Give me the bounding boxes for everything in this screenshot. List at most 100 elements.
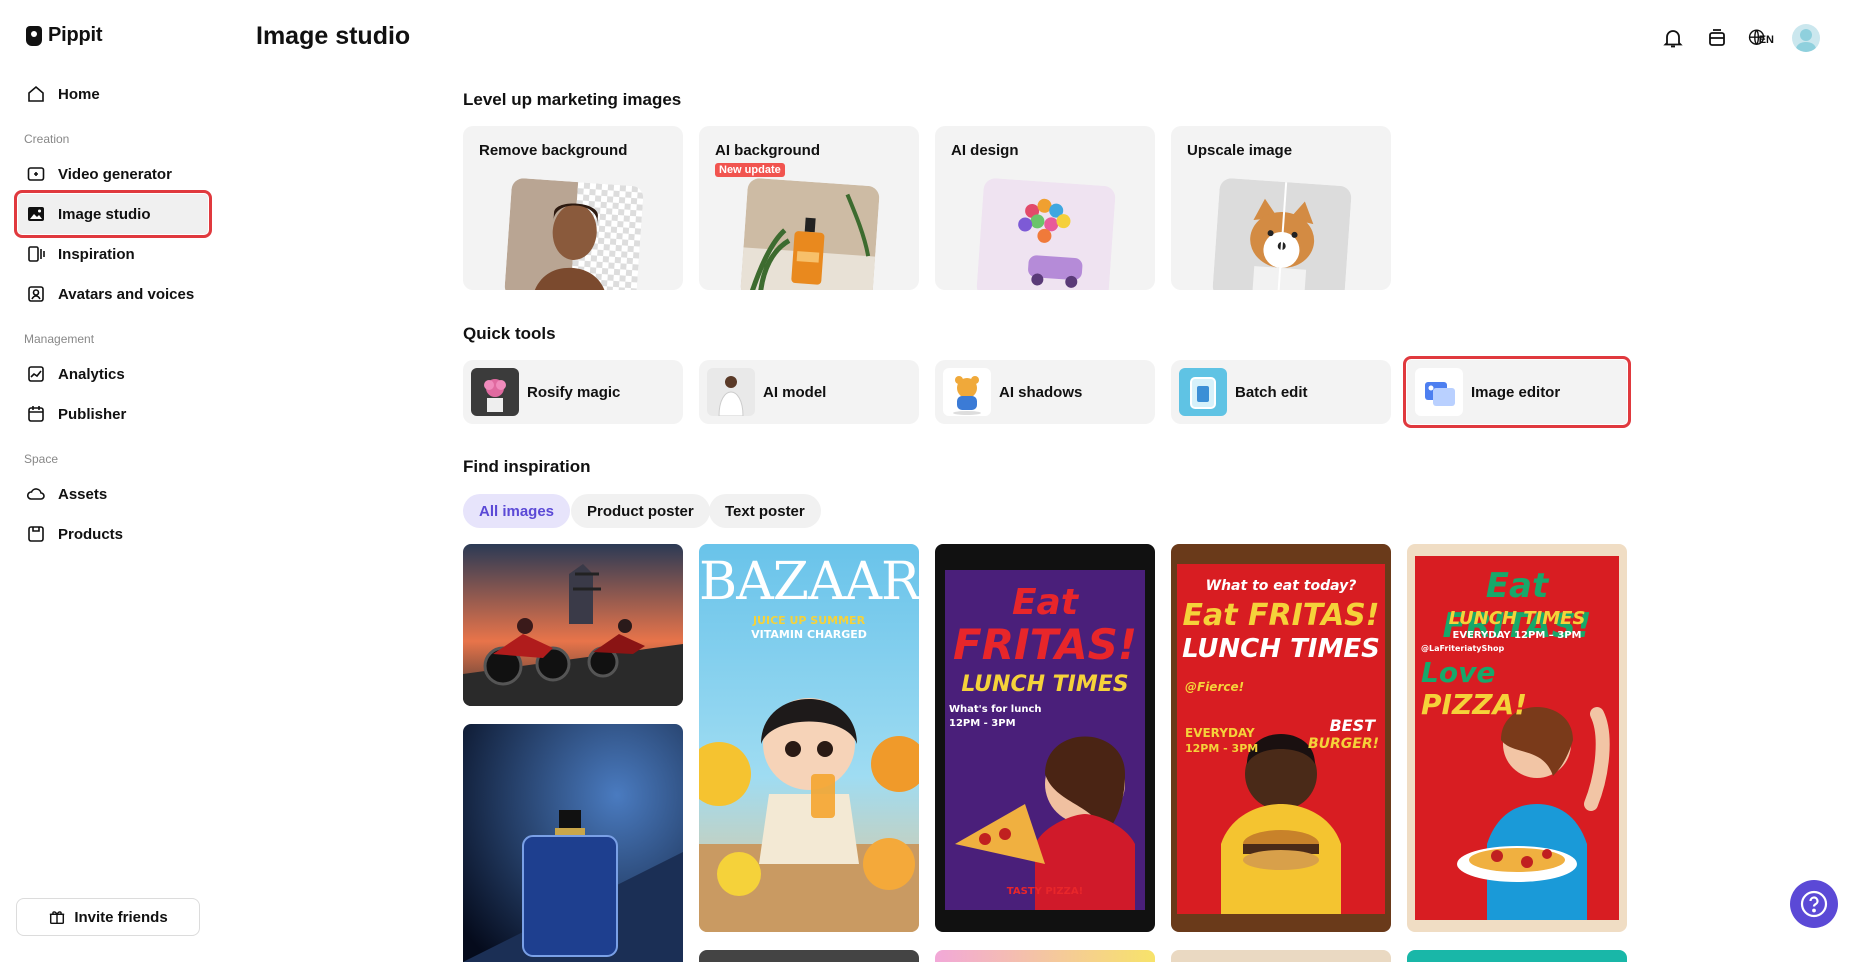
video-plus-icon <box>27 167 45 181</box>
invite-friends-label: Invite friends <box>74 908 168 926</box>
tool-label: Batch edit <box>1235 383 1308 401</box>
poster-best: BEST <box>1329 716 1375 735</box>
inspiration-tile-motorbike[interactable] <box>463 544 683 706</box>
poster-everyday-hours: EVERYDAY 12PM – 3PM <box>1452 630 1582 641</box>
sidebar-item-label: Video generator <box>58 165 172 183</box>
inspiration-tile-love-pizza[interactable]: Eat FRITAS! LUNCH TIMES EVERYDAY 12PM – … <box>1407 544 1627 932</box>
image-icon <box>28 207 44 221</box>
ai-design-card[interactable]: AI design <box>935 126 1155 290</box>
inspiration-tile-partial[interactable] <box>1407 950 1627 962</box>
card-label: AI design <box>951 142 1019 159</box>
help-question-icon <box>1800 890 1828 918</box>
poster-lunch-times-3: LUNCH TIMES <box>1448 608 1586 629</box>
card-label: Upscale image <box>1187 142 1293 159</box>
app-root: Pippit Home Creation Video generator Ima… <box>0 0 1860 962</box>
section-label-creation: Creation <box>24 132 70 146</box>
logo-text: Pippit <box>48 24 103 46</box>
inspiration-tile-eat-fritas-purple[interactable]: Eat FRITAS! LUNCH TIMES What's for lunch… <box>935 544 1155 932</box>
sidebar-item-label: Home <box>58 85 100 103</box>
sidebar-item-label: Assets <box>58 485 108 503</box>
user-avatar[interactable] <box>1792 24 1820 52</box>
language-code: EN <box>1758 33 1774 46</box>
sidebar-item-home[interactable]: Home <box>18 74 208 114</box>
sidebar-item-label: Products <box>58 525 124 543</box>
card-label: AI background <box>715 142 821 159</box>
avatar-icon <box>28 286 44 302</box>
poster-pizza: PIZZA! <box>1421 688 1527 721</box>
sidebar-item-inspiration[interactable]: Inspiration <box>18 234 208 274</box>
inspiration-tile-partial[interactable] <box>935 950 1155 962</box>
batch-edit-thumbnail <box>1179 368 1227 416</box>
card-label: Remove background <box>479 142 628 159</box>
sidebar-item-analytics[interactable]: Analytics <box>18 354 208 394</box>
sidebar-item-assets[interactable]: Assets <box>18 474 208 514</box>
notification-bell-icon[interactable] <box>1660 25 1686 51</box>
inspiration-tile-eat-fritas-burger[interactable]: What to eat today? Eat FRITAS! LUNCH TIM… <box>1171 544 1391 932</box>
sidebar-item-label: Publisher <box>58 405 127 423</box>
ai-design-thumbnail <box>975 177 1117 290</box>
poster-hours-2: 12PM - 3PM <box>1185 742 1259 755</box>
cloud-icon <box>26 488 45 500</box>
inspiration-tile-perfume[interactable] <box>463 724 683 962</box>
top-bar-icons: EN <box>1660 24 1820 52</box>
image-editor-tool[interactable]: Image editor <box>1403 356 1631 428</box>
sidebar-item-label: Image studio <box>58 205 151 223</box>
sidebar-item-label: Inspiration <box>58 245 135 263</box>
upscale-image-thumbnail <box>1211 177 1353 290</box>
poster-whats-for-lunch: What's for lunch <box>949 704 1042 715</box>
poster-love: Love <box>1421 656 1496 689</box>
image-editor-thumbnail <box>1415 368 1463 416</box>
section-label-management: Management <box>24 332 95 346</box>
filter-product-poster[interactable]: Product poster <box>571 494 710 528</box>
poster-tasty-pizza: TASTY PIZZA! <box>1006 886 1084 897</box>
poster-fierce: @Fierce! <box>1185 680 1245 694</box>
filter-all-images[interactable]: All images <box>463 494 571 528</box>
ai-shadows-tool[interactable]: AI shadows <box>935 360 1155 424</box>
ai-shadows-thumbnail <box>943 368 991 416</box>
analytics-icon <box>28 366 44 382</box>
tool-label: AI model <box>763 383 827 401</box>
sidebar-item-label: Analytics <box>58 365 125 383</box>
batch-edit-tool[interactable]: Batch edit <box>1171 360 1391 424</box>
poster-bazaar-sub2: VITAMIN CHARGED <box>751 628 867 641</box>
remove-background-card[interactable]: Remove background <box>463 126 683 290</box>
poster-bazaar-sub1: JUICE UP SUMMER <box>752 614 866 627</box>
inspiration-icon <box>28 246 45 262</box>
ai-background-thumbnail <box>739 177 881 290</box>
filter-text-poster[interactable]: Text poster <box>709 494 821 528</box>
sidebar-item-label: Avatars and voices <box>58 285 195 303</box>
ai-background-card[interactable]: AI background New update <box>699 126 919 290</box>
logo[interactable]: Pippit <box>26 24 103 47</box>
inspiration-tile-partial[interactable] <box>699 950 919 962</box>
sidebar-item-products[interactable]: Products <box>18 514 208 554</box>
remove-background-thumbnail <box>503 177 645 290</box>
sidebar-item-publisher[interactable]: Publisher <box>18 394 208 434</box>
sidebar-item-image-studio[interactable]: Image studio <box>14 190 212 238</box>
sidebar-item-video-generator[interactable]: Video generator <box>18 154 208 194</box>
poster-shop: @LaFriteriatyShop <box>1421 644 1505 653</box>
gift-icon <box>50 911 65 925</box>
tool-label: Image editor <box>1471 383 1561 401</box>
tool-label: Rosify magic <box>527 383 621 401</box>
subscription-icon[interactable] <box>1704 25 1730 51</box>
poster-eat: Eat <box>1011 582 1079 623</box>
poster-bazaar-title: BAZAAR <box>699 552 919 612</box>
poster-everyday: EVERYDAY <box>1185 726 1255 740</box>
inspiration-tile-bazaar[interactable]: BAZAAR JUICE UP SUMMER VITAMIN CHARGED <box>699 544 919 932</box>
language-selector[interactable]: EN <box>1748 25 1774 51</box>
find-inspiration-title: Find inspiration <box>463 457 591 476</box>
invite-friends-button[interactable]: Invite friends <box>16 898 200 936</box>
upscale-image-card[interactable]: Upscale image <box>1171 126 1391 290</box>
new-update-badge: New update <box>715 163 785 177</box>
calendar-icon <box>28 406 44 422</box>
ai-model-tool[interactable]: AI model <box>699 360 919 424</box>
pippit-logo-icon <box>26 25 42 46</box>
ai-model-thumbnail <box>707 368 755 416</box>
sidebar-item-avatars[interactable]: Avatars and voices <box>18 274 208 314</box>
product-icon <box>28 526 44 542</box>
rosify-magic-tool[interactable]: Rosify magic <box>463 360 683 424</box>
rosify-thumbnail <box>471 368 519 416</box>
home-icon <box>28 85 44 102</box>
help-button[interactable] <box>1790 880 1838 928</box>
inspiration-tile-partial[interactable] <box>1171 950 1391 962</box>
